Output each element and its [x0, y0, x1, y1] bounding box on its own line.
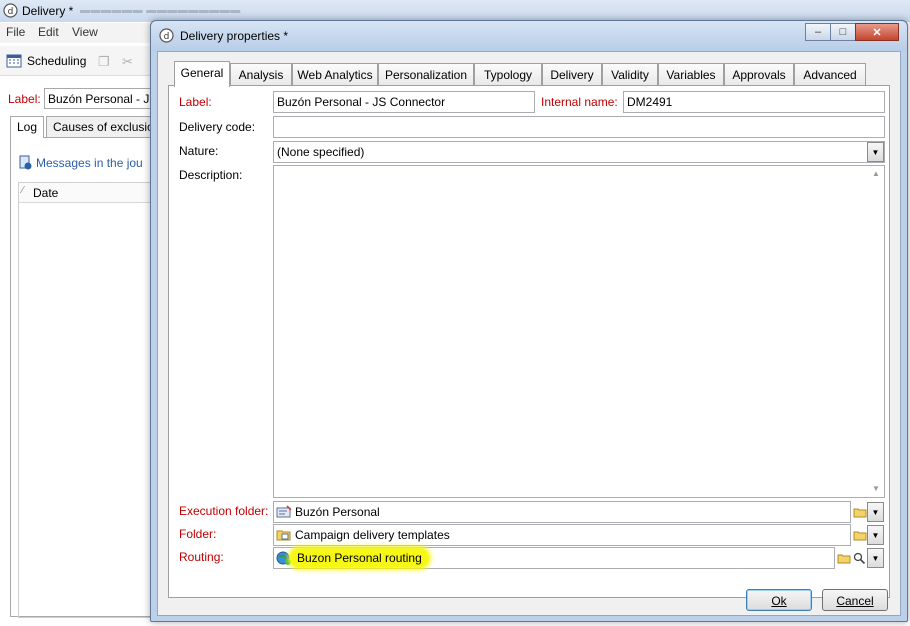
tab-delivery[interactable]: Delivery — [542, 63, 602, 86]
internal-name-input[interactable]: DM2491 — [623, 91, 885, 113]
tab-personalization[interactable]: Personalization — [378, 63, 474, 86]
execution-folder-caption: Execution folder: — [179, 504, 269, 518]
folder-icon — [853, 531, 866, 541]
svg-text:d: d — [8, 7, 14, 17]
maximize-icon: □ — [839, 26, 847, 38]
background-window-title: Delivery * — [22, 4, 74, 18]
label-caption: Label: — [179, 95, 212, 109]
nature-caption: Nature: — [179, 144, 219, 158]
cancel-label: Cancel — [836, 594, 874, 608]
routing-value: Buzon Personal routing — [291, 549, 428, 567]
calendar-icon — [6, 54, 22, 68]
routing-globe-icon — [276, 551, 291, 565]
routing-dropdown-button[interactable]: ▼ — [867, 548, 884, 568]
menu-file[interactable]: File — [6, 25, 25, 39]
tab-web-analytics[interactable]: Web Analytics — [292, 63, 378, 86]
dialog-title: Delivery properties * — [180, 29, 289, 43]
nature-select[interactable]: (None specified) — [273, 141, 885, 163]
close-icon: ✕ — [872, 26, 882, 39]
ok-button[interactable]: Ok — [746, 589, 812, 611]
magnifier-icon — [853, 552, 866, 564]
execution-folder-icon — [276, 505, 292, 518]
document-info-icon — [19, 155, 32, 170]
cancel-button[interactable]: Cancel — [822, 589, 888, 611]
scroll-down-icon[interactable]: ▼ — [868, 481, 884, 497]
background-log-list: ⁄ Date — [18, 182, 168, 618]
delivery-properties-dialog: d Delivery properties * – □ ✕ General An… — [150, 20, 908, 622]
folder-icon — [837, 554, 850, 564]
tab-general[interactable]: General — [174, 61, 230, 87]
folder-input[interactable]: Campaign delivery templates — [273, 524, 851, 546]
copy-icon[interactable]: ❐ — [98, 54, 110, 70]
background-title-bar: d Delivery * ▬▬▬▬▬▬ ▬▬▬▬▬▬▬▬▬ — [0, 0, 910, 22]
folder-browse-button[interactable] — [851, 526, 868, 544]
svg-text:d: d — [164, 32, 170, 42]
messages-in-journal-link[interactable]: Messages in the jou — [18, 155, 143, 170]
tab-typology[interactable]: Typology — [474, 63, 542, 86]
menu-view[interactable]: View — [72, 25, 98, 39]
menu-edit[interactable]: Edit — [38, 25, 59, 39]
background-label-row: Label: Buzón Personal - JS — [0, 88, 174, 110]
window-buttons: – □ ✕ — [805, 23, 899, 41]
tab-advanced[interactable]: Advanced — [794, 63, 866, 86]
sort-icon: ⁄ — [22, 185, 24, 196]
description-caption: Description: — [179, 168, 243, 182]
tab-validity[interactable]: Validity — [602, 63, 658, 86]
execution-folder-value: Buzón Personal — [295, 505, 380, 519]
dialog-title-bar[interactable]: d Delivery properties * – □ ✕ — [151, 21, 907, 51]
folder-dropdown-button[interactable]: ▼ — [867, 525, 884, 545]
nature-dropdown-button[interactable]: ▼ — [867, 142, 884, 162]
date-column-header[interactable]: ⁄ Date — [19, 183, 167, 203]
description-scrollbar[interactable]: ▲ ▼ — [868, 166, 884, 497]
nature-selected-value: (None specified) — [277, 145, 365, 159]
execution-folder-dropdown-button[interactable]: ▼ — [867, 502, 884, 522]
label-input[interactable]: Buzón Personal - JS Connector — [273, 91, 535, 113]
chevron-down-icon: ▼ — [871, 553, 880, 563]
chevron-down-icon: ▼ — [871, 507, 880, 517]
menu-bar: File Edit View — [0, 23, 160, 43]
minimize-button[interactable]: – — [805, 23, 831, 41]
close-button[interactable]: ✕ — [855, 23, 899, 41]
tab-approvals[interactable]: Approvals — [724, 63, 794, 86]
background-toolbar: Scheduling ❐ ✂ — [0, 46, 160, 76]
template-folder-icon — [276, 530, 291, 541]
tab-variables[interactable]: Variables — [658, 63, 724, 86]
description-textarea[interactable]: ▲ ▼ — [273, 165, 885, 498]
scroll-up-icon[interactable]: ▲ — [868, 166, 884, 182]
scheduling-label: Scheduling — [27, 53, 87, 68]
internal-name-caption: Internal name: — [541, 95, 618, 109]
routing-search-button[interactable] — [851, 549, 868, 567]
app-icon: d — [3, 3, 18, 18]
routing-input[interactable]: Buzon Personal routing — [273, 547, 835, 569]
scheduling-button[interactable]: Scheduling — [6, 53, 86, 68]
cut-icon[interactable]: ✂ — [122, 54, 133, 70]
background-label-caption: Label: — [8, 92, 41, 106]
minimize-icon: – — [814, 26, 822, 38]
date-column-label: Date — [33, 186, 59, 200]
maximize-button[interactable]: □ — [830, 23, 856, 41]
execution-folder-browse-button[interactable] — [851, 503, 868, 521]
blurred-title-text: ▬▬▬▬▬▬ ▬▬▬▬▬▬▬▬▬ — [80, 5, 241, 16]
tab-analysis[interactable]: Analysis — [230, 63, 292, 86]
tab-log[interactable]: Log — [10, 116, 44, 138]
app-icon: d — [159, 28, 174, 43]
delivery-code-caption: Delivery code: — [179, 120, 256, 134]
folder-caption: Folder: — [179, 527, 217, 541]
chevron-down-icon: ▼ — [871, 147, 880, 157]
execution-folder-input[interactable]: Buzón Personal — [273, 501, 851, 523]
routing-caption: Routing: — [179, 550, 224, 564]
delivery-code-input[interactable] — [273, 116, 885, 138]
folder-icon — [853, 508, 866, 518]
dialog-body: General Analysis Web Analytics Personali… — [157, 51, 901, 616]
folder-value: Campaign delivery templates — [295, 528, 450, 542]
messages-link-text: Messages in the jou — [36, 155, 143, 170]
routing-browse-button[interactable] — [835, 549, 852, 567]
general-tab-panel: Label: Buzón Personal - JS Connector Int… — [168, 85, 890, 598]
chevron-down-icon: ▼ — [871, 530, 880, 540]
ok-label: Ok — [771, 594, 787, 608]
